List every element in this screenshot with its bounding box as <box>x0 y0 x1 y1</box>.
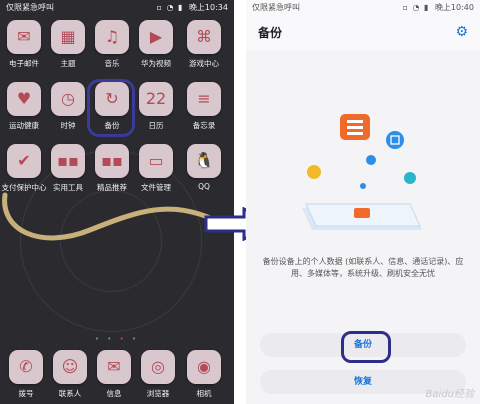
memo-icon: ≡ <box>187 82 221 116</box>
page-title: 备份 <box>258 26 283 40</box>
app-health[interactable]: ♥ 运动健康 <box>1 82 47 131</box>
dock-browser[interactable]: ◎ 浏览器 <box>135 350 181 399</box>
status-right: ▫ ◔ ▮ 晚上10:34 <box>157 0 229 16</box>
app-label: 运动健康 <box>9 121 39 130</box>
divider <box>234 0 246 404</box>
icon-glyph: ⌘ <box>196 27 212 46</box>
status-right: ▫ ◔ ▮ 晚上10:40 <box>403 0 475 16</box>
swoosh-decoration <box>2 192 218 241</box>
icon-glyph: ✉ <box>17 27 31 46</box>
dock-phone[interactable]: ✆ 拨号 <box>3 350 49 399</box>
message-icon: ✉ <box>97 350 131 384</box>
title-bar: 备份 ⚙ <box>246 16 480 50</box>
app-label: 电子邮件 <box>9 59 39 68</box>
status-bar: 仅限紧急呼叫 ▫ ◔ ▮ 晚上10:34 <box>0 0 234 16</box>
app-calendar[interactable]: 22 日历 <box>133 82 179 131</box>
app-label: 拨号 <box>18 389 34 398</box>
home-screen: 仅限紧急呼叫 ▫ ◔ ▮ 晚上10:34 ✉ 电子邮件 ▦ 主题 ♫ 音乐 ▶ 华为视频 ⌘ 游戏… <box>0 0 234 404</box>
icon-glyph: ▶ <box>149 27 163 46</box>
app-label: 时钟 <box>60 121 76 130</box>
icon-glyph: ☺ <box>61 357 79 376</box>
carrier-text: 仅限紧急呼叫 <box>6 3 54 12</box>
app-memo[interactable]: ≡ 备忘录 <box>181 82 227 131</box>
gear-icon[interactable]: ⚙ <box>455 24 468 40</box>
app-label: 日历 <box>148 121 164 130</box>
icon-glyph: ◎ <box>151 357 165 376</box>
browser-icon: ◎ <box>141 350 175 384</box>
app-game[interactable]: ⌘ 游戏中心 <box>181 20 227 69</box>
icon-glyph: 22 <box>145 89 167 108</box>
clock-text: 晚上10:40 <box>434 3 474 12</box>
app-label: 联系人 <box>58 389 82 398</box>
app-theme[interactable]: ▦ 主题 <box>45 20 91 69</box>
dock-message[interactable]: ✉ 信息 <box>91 350 137 399</box>
carrier-text: 仅限紧急呼叫 <box>252 3 300 12</box>
app-label: 备忘录 <box>192 121 216 130</box>
contacts-icon: ☺ <box>53 350 87 384</box>
icon-glyph: ✉ <box>107 357 121 376</box>
app-clock[interactable]: ◷ 时钟 <box>45 82 91 131</box>
app-label: 信息 <box>106 389 122 398</box>
app-label: 游戏中心 <box>189 59 219 68</box>
app-label: 浏览器 <box>146 389 170 398</box>
signal-icons: ▫ ◔ ▮ <box>402 3 430 12</box>
icon-glyph: ✆ <box>19 357 33 376</box>
page-indicator: • • • • <box>94 335 140 343</box>
clock-icon: ◷ <box>51 82 85 116</box>
icon-glyph: ♫ <box>104 27 120 46</box>
app-label: 主题 <box>60 59 76 68</box>
backup-highlight-ring <box>87 79 135 137</box>
dock-camera[interactable]: ◉ 相机 <box>181 350 227 399</box>
backup-button-highlight-ring <box>341 331 391 363</box>
theme-icon: ▦ <box>51 20 85 54</box>
icon-glyph: ♥ <box>16 89 32 108</box>
video-icon: ▶ <box>139 20 173 54</box>
camera-icon: ◉ <box>187 350 221 384</box>
backup-illustration <box>302 114 422 230</box>
icon-glyph: ▦ <box>60 27 76 46</box>
app-label: 华为视频 <box>141 59 171 68</box>
clock-text: 晚上10:34 <box>188 3 228 12</box>
dock: ✆ 拨号 ☺ 联系人 ✉ 信息 ◎ 浏览器 ◉ 相机 <box>0 350 234 404</box>
app-music[interactable]: ♫ 音乐 <box>89 20 135 69</box>
icon-glyph: ◷ <box>61 89 75 108</box>
app-mail[interactable]: ✉ 电子邮件 <box>1 20 47 69</box>
watermark: Baidu经验 <box>425 389 474 400</box>
phone-icon: ✆ <box>9 350 43 384</box>
dock-contacts[interactable]: ☺ 联系人 <box>47 350 93 399</box>
signal-icons: ▫ ◔ ▮ <box>156 3 184 12</box>
calendar-icon: 22 <box>139 82 173 116</box>
music-icon: ♫ <box>95 20 129 54</box>
icon-glyph: ≡ <box>197 89 211 108</box>
mail-icon: ✉ <box>7 20 41 54</box>
app-label: 相机 <box>196 389 212 398</box>
backup-description: 备份设备上的个人数据 (如联系人、信息、通话记录)、应用、多媒体等，系统升级、刷… <box>262 257 464 278</box>
backup-screen: 仅限紧急呼叫 ▫ ◔ ▮ 晚上10:40 备份 ⚙ 备份设备上的个人数据 (如联… <box>246 0 480 404</box>
status-bar: 仅限紧急呼叫 ▫ ◔ ▮ 晚上10:40 <box>246 0 480 16</box>
app-label: 音乐 <box>104 59 120 68</box>
app-video[interactable]: ▶ 华为视频 <box>133 20 179 69</box>
health-icon: ♥ <box>7 82 41 116</box>
icon-glyph: ◉ <box>197 357 211 376</box>
game-icon: ⌘ <box>187 20 221 54</box>
